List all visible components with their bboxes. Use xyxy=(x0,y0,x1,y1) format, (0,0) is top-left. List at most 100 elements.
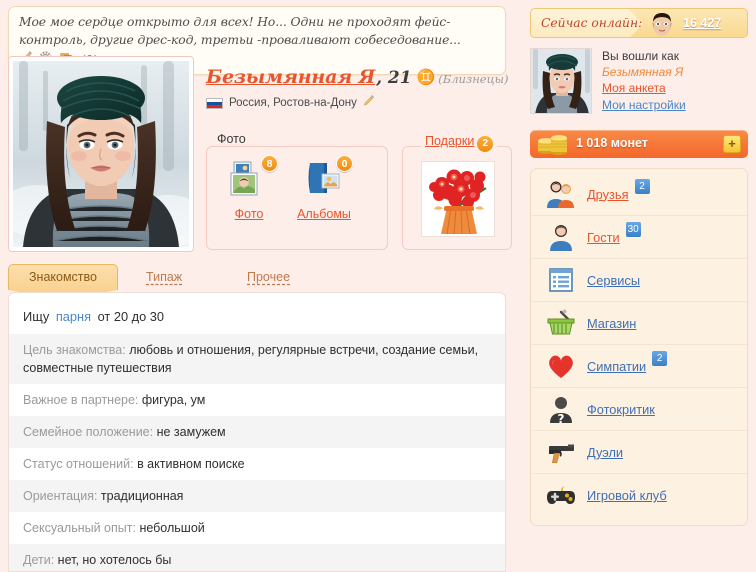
info-row-goal: Цель знакомства: любовь и отношения, рег… xyxy=(9,334,505,384)
gift-thumbnail[interactable] xyxy=(421,161,495,237)
albums-link-block[interactable]: 0 Альбомы xyxy=(288,160,360,221)
profile-photo[interactable] xyxy=(13,61,189,247)
info-row-marital: Семейное положение: не замужем xyxy=(9,416,505,448)
add-coins-button[interactable]: + xyxy=(723,135,741,153)
russia-flag-icon xyxy=(206,98,223,109)
sidebar-item-shop[interactable]: Магазин xyxy=(531,302,747,345)
profile-name-row: Безымянная Я, 21 ♊(Близнецы) xyxy=(206,66,508,88)
sidebar-item-guests[interactable]: Гости 30 xyxy=(531,216,747,259)
sidebar-item-label[interactable]: Гости xyxy=(587,230,620,245)
seeking-row: Ищу парня от 20 до 30 xyxy=(9,305,505,334)
my-settings-link[interactable]: Мои настройки xyxy=(602,97,686,114)
info-label: Статус отношений: xyxy=(23,457,134,471)
sidebar-item-label[interactable]: Дуэли xyxy=(587,445,623,460)
gamepad-icon xyxy=(545,481,577,511)
tab-tipazh[interactable]: Типаж xyxy=(146,270,182,284)
right-sidebar: Сейчас онлайн: 16 427 xyxy=(522,0,756,572)
info-label: Семейное положение: xyxy=(23,425,153,439)
coins-amount: 1 018 монет xyxy=(576,136,648,150)
info-label: Ориентация: xyxy=(23,489,97,503)
albums-link-label[interactable]: Альбомы xyxy=(288,207,360,221)
info-label: Дети: xyxy=(23,553,54,567)
photos-count-badge: 8 xyxy=(261,155,278,172)
logged-in-user-block: Вы вошли как Безымянная Я Моя анкета Мои… xyxy=(530,48,748,120)
gold-coins-icon xyxy=(536,133,572,160)
info-label: Важное в партнере: xyxy=(23,393,138,407)
sidebar-item-label[interactable]: Симпатии xyxy=(587,359,646,374)
sympathy-badge: 2 xyxy=(652,351,667,366)
seeking-gender-link[interactable]: парня xyxy=(56,309,91,324)
info-value: фигура, ум xyxy=(142,393,206,407)
anonymous-user-icon: ? xyxy=(545,394,577,424)
user-icon xyxy=(545,222,577,252)
coins-balance-bar[interactable]: 1 018 монет + xyxy=(530,130,748,158)
sidebar-item-gameclub[interactable]: Игровой клуб xyxy=(531,474,747,517)
info-label: Сексуальный опыт: xyxy=(23,521,136,535)
albums-count-badge: 0 xyxy=(336,155,353,172)
info-value: нет, но хотелось бы xyxy=(58,553,172,567)
sidebar-item-label[interactable]: Игровой клуб xyxy=(587,488,667,503)
info-label: Цель знакомства: xyxy=(23,343,126,357)
location-text: Россия, Ростов-на-Дону xyxy=(229,97,357,109)
info-row-relationship-status: Статус отношений: в активном поиске xyxy=(9,448,505,480)
online-now-banner[interactable]: Сейчас онлайн: 16 427 xyxy=(530,8,748,38)
sidebar-item-friends[interactable]: Друзья 2 xyxy=(531,173,747,216)
friends-badge: 2 xyxy=(635,179,650,194)
profile-location-row: Россия, Ростов-на-Дону xyxy=(206,94,375,112)
pistol-icon xyxy=(545,437,577,467)
tab-znakomstvo-label: Знакомство xyxy=(8,270,118,284)
shopping-basket-icon xyxy=(545,308,577,338)
photo-stack-icon: 8 xyxy=(227,160,271,200)
photos-link-block[interactable]: 8 Фото xyxy=(213,160,285,221)
sidebar-item-photocritic[interactable]: ? Фотокритик xyxy=(531,388,747,431)
two-users-icon xyxy=(545,179,577,209)
sidebar-item-label[interactable]: Сервисы xyxy=(587,273,640,288)
gifts-count-badge: 2 xyxy=(477,136,493,152)
guests-badge: 30 xyxy=(626,222,641,237)
heart-icon xyxy=(545,351,577,381)
sidebar-item-label[interactable]: Друзья xyxy=(587,187,629,202)
photos-link-label[interactable]: Фото xyxy=(213,207,285,221)
gifts-panel xyxy=(402,146,512,250)
sidebar-menu: Друзья 2 Гости 30 xyxy=(530,168,748,526)
tab-prochee[interactable]: Прочее xyxy=(247,270,290,284)
zodiac-icon: ♊ xyxy=(417,69,436,86)
seeking-age-range: от 20 до 30 xyxy=(98,309,164,324)
svg-text:?: ? xyxy=(558,412,565,424)
gifts-label[interactable]: Подарки xyxy=(425,134,474,148)
avatar[interactable] xyxy=(530,48,592,114)
info-value: традиционная xyxy=(101,489,184,503)
info-value: не замужем xyxy=(157,425,226,439)
info-row-important: Важное в партнере: фигура, ум xyxy=(9,384,505,416)
user-info-lines: Вы вошли как Безымянная Я Моя анкета Мои… xyxy=(602,48,686,114)
pencil-icon[interactable] xyxy=(363,94,375,112)
sidebar-item-services[interactable]: Сервисы xyxy=(531,259,747,302)
info-row-children: Дети: нет, но хотелось бы xyxy=(9,544,505,572)
gifts-panel-legend[interactable]: Подарки2 xyxy=(421,132,497,151)
sidebar-item-sympathy[interactable]: Симпатии 2 xyxy=(531,345,747,388)
profile-info-card: Ищу парня от 20 до 30 Цель знакомства: л… xyxy=(8,292,506,572)
profile-photo-frame[interactable] xyxy=(8,56,194,252)
profile-age: , 21 xyxy=(376,68,412,88)
info-row-orientation: Ориентация: традиционная xyxy=(9,480,505,512)
zodiac-label: (Близнецы) xyxy=(438,72,508,86)
user-face-icon xyxy=(649,11,675,37)
profile-name-link[interactable]: Безымянная Я xyxy=(206,66,375,88)
sidebar-item-duels[interactable]: Дуэли xyxy=(531,431,747,474)
sidebar-item-label[interactable]: Магазин xyxy=(587,316,636,331)
my-profile-link[interactable]: Моя анкета xyxy=(602,80,686,97)
info-value: небольшой xyxy=(139,521,204,535)
list-document-icon xyxy=(545,265,577,295)
photos-panel-legend: Фото xyxy=(212,132,251,146)
info-row-experience: Сексуальный опыт: небольшой xyxy=(9,512,505,544)
seeking-prefix: Ищу xyxy=(23,309,49,324)
status-text: Мое мое сердце открыто для всех! Но... О… xyxy=(19,15,461,47)
online-count[interactable]: 16 427 xyxy=(683,16,721,30)
page-root: Мое мое сердце открыто для всех! Но... О… xyxy=(0,0,756,572)
online-now-label: Сейчас онлайн: xyxy=(541,16,642,30)
album-folder-icon: 0 xyxy=(302,160,346,200)
main-column: Мое мое сердце открыто для всех! Но... О… xyxy=(0,0,522,572)
sidebar-item-label[interactable]: Фотокритик xyxy=(587,402,655,417)
logged-in-username: Безымянная Я xyxy=(602,64,686,80)
info-value: в активном поиске xyxy=(137,457,244,471)
